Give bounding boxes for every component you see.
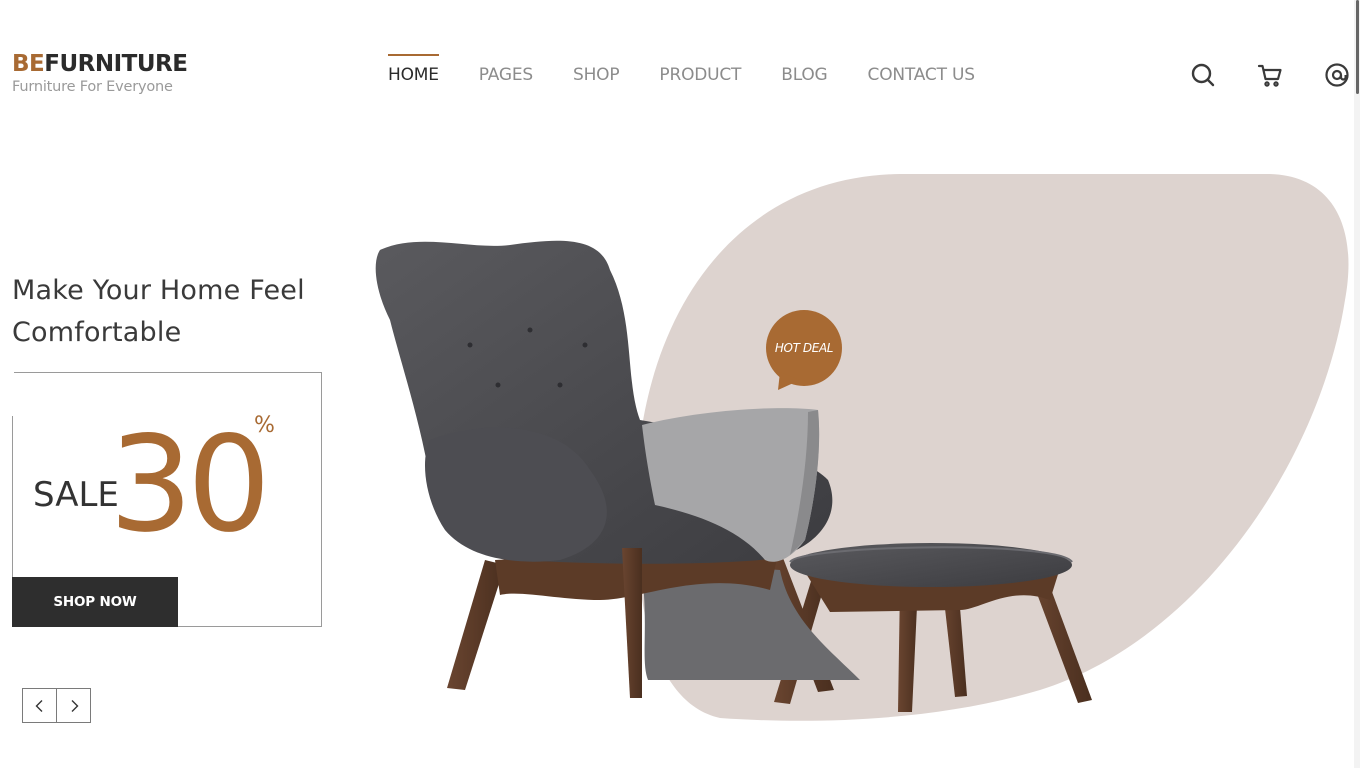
slider-next-button[interactable] — [57, 688, 91, 723]
slider-prev-button[interactable] — [22, 688, 57, 723]
hero-title-line1: Make Your Home Feel — [12, 275, 305, 306]
slider-controls — [22, 688, 91, 723]
sale-number: 30 — [109, 408, 271, 562]
hero-title: Make Your Home Feel Comfortable — [12, 270, 342, 354]
scrollbar-thumb[interactable] — [1356, 0, 1359, 94]
brand-name-main: FURNITURE — [44, 51, 188, 77]
main-nav: HOME PAGES SHOP PRODUCT BLOG CONTACT US — [388, 54, 1015, 85]
hot-deal-label: HOT DEAL — [774, 341, 834, 355]
brand-tagline: Furniture For Everyone — [12, 79, 173, 95]
hero-title-line2: Comfortable — [12, 317, 182, 348]
brand-prefix: BE — [12, 51, 45, 77]
chevron-left-icon — [35, 699, 42, 712]
nav-item-shop[interactable]: SHOP — [573, 54, 620, 85]
cart-icon[interactable] — [1257, 62, 1283, 88]
hero-image — [375, 174, 1349, 721]
brand-logo[interactable]: BEFURNITURE Furniture For Everyone — [12, 50, 188, 95]
nav-item-home[interactable]: HOME — [388, 54, 439, 85]
nav-item-pages[interactable]: PAGES — [479, 54, 533, 85]
sale-word: SALE — [33, 475, 119, 515]
nav-item-contact-us[interactable]: CONTACT US — [868, 54, 975, 85]
search-icon[interactable] — [1190, 62, 1216, 88]
nav-item-blog[interactable]: BLOG — [781, 54, 827, 85]
user-account-icon[interactable] — [1324, 62, 1350, 88]
sale-percent: % — [254, 413, 275, 438]
chevron-right-icon — [71, 699, 78, 712]
brand-name: BEFURNITURE — [12, 50, 188, 78]
nav-item-product[interactable]: PRODUCT — [659, 54, 741, 85]
shop-now-button[interactable]: SHOP NOW — [12, 577, 178, 627]
